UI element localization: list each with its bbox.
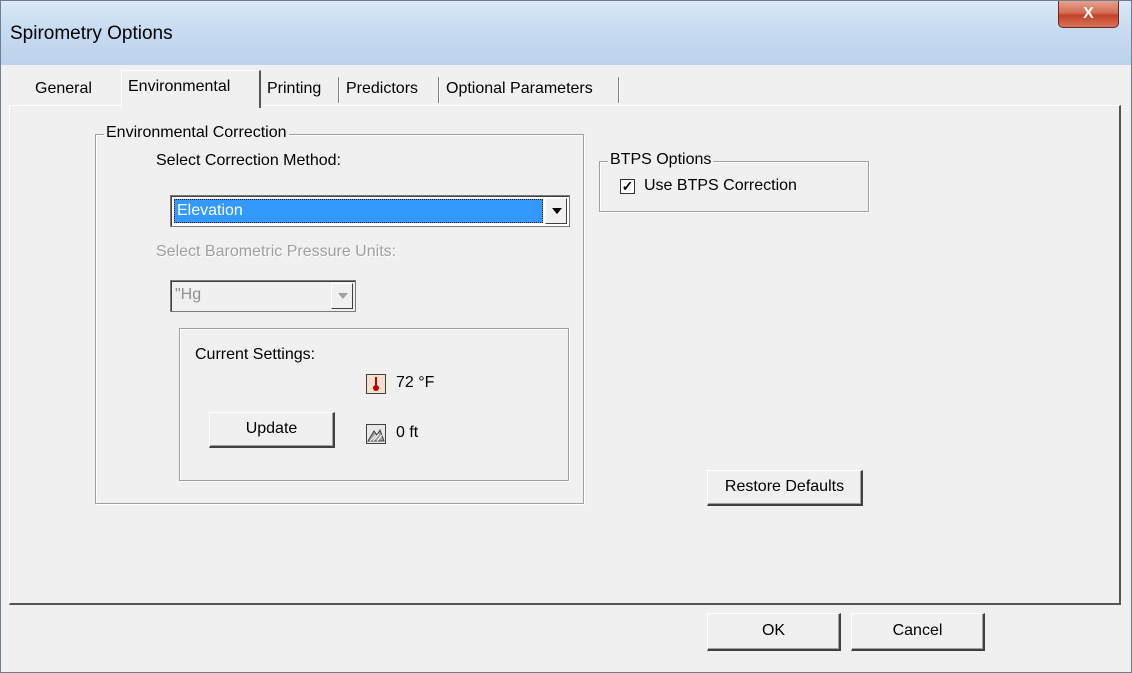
dialog-client-area: General Environmental Printing Predictor… (9, 65, 1123, 665)
chevron-down-icon[interactable] (545, 198, 567, 224)
correction-method-select[interactable]: Elevation (170, 195, 570, 227)
cancel-button[interactable]: Cancel (851, 613, 985, 651)
tab-label: Environmental (128, 78, 231, 95)
correction-method-value: Elevation (174, 199, 543, 223)
tab-environmental[interactable]: Environmental (121, 70, 261, 108)
tab-label: Optional Parameters (446, 80, 593, 97)
btps-options-group: BTPS Options ✓ Use BTPS Correction (599, 151, 869, 212)
close-button[interactable]: X (1058, 1, 1119, 28)
title-bar[interactable]: Spirometry Options X (1, 1, 1131, 65)
elevation-value: 0 ft (396, 424, 419, 441)
correction-method-label: Select Correction Method: (156, 152, 341, 169)
current-settings-label: Current Settings: (195, 346, 316, 363)
tab-label: General (35, 80, 92, 97)
tab-general[interactable]: General (29, 73, 98, 105)
update-button[interactable]: Update (209, 412, 335, 448)
tab-label: Printing (267, 80, 322, 97)
window-title: Spirometry Options (10, 23, 173, 44)
btps-correction-label[interactable]: Use BTPS Correction (644, 177, 797, 195)
btps-correction-checkbox[interactable]: ✓ (620, 179, 635, 194)
pressure-units-label: Select Barometric Pressure Units: (156, 243, 397, 260)
current-settings-box: Current Settings: 72 °F Update 0 ft (179, 328, 569, 481)
ok-button[interactable]: OK (707, 613, 841, 651)
dialog-window: Spirometry Options X General Environment… (0, 0, 1132, 673)
tab-predictors[interactable]: Predictors (340, 73, 440, 105)
tab-label: Predictors (346, 80, 419, 97)
elevation-icon (366, 424, 386, 444)
environmental-correction-title: Environmental Correction (104, 124, 289, 142)
pressure-units-select[interactable]: "Hg (170, 280, 356, 312)
tab-optional-parameters[interactable]: Optional Parameters (440, 73, 620, 105)
btps-options-title: BTPS Options (608, 151, 714, 169)
environmental-correction-group: Environmental Correction Select Correcti… (95, 124, 584, 504)
pressure-units-value: "Hg (175, 286, 202, 303)
chevron-down-icon[interactable] (331, 283, 353, 309)
restore-defaults-button[interactable]: Restore Defaults (707, 470, 863, 506)
tab-printing[interactable]: Printing (261, 73, 340, 105)
thermometer-icon (366, 374, 386, 394)
temperature-value: 72 °F (396, 374, 435, 391)
tab-panel-environmental: Environmental Correction Select Correcti… (9, 105, 1121, 605)
